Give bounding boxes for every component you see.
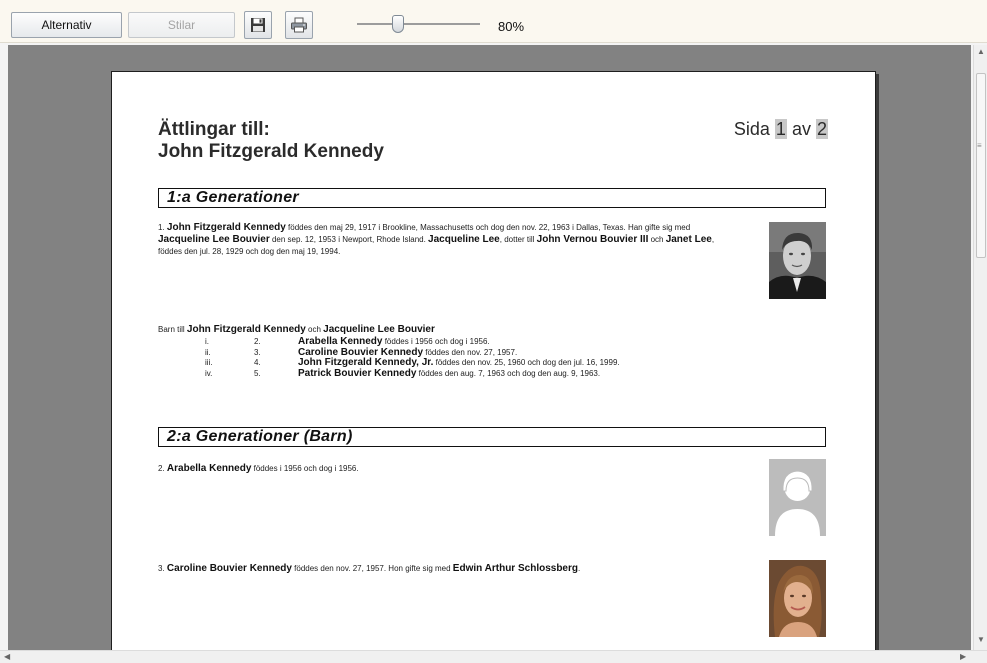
children-intro: Barn till John Fitzgerald Kennedy och Ja… [158, 324, 778, 337]
child-roman: iv. [205, 368, 213, 378]
child-name: Patrick Bouvier Kennedy [298, 367, 417, 379]
floppy-disk-icon [251, 18, 265, 32]
child-name: John Fitzgerald Kennedy, Jr. [298, 357, 434, 368]
entry-1-text: föddes den maj 29, 1917 i Brookline, Mas… [285, 223, 691, 232]
save-button[interactable] [244, 11, 272, 39]
vertical-scrollbar[interactable]: ▲ ≡ ▼ [973, 45, 987, 650]
child-number: 3. [254, 347, 261, 357]
printer-icon [291, 17, 307, 33]
entry-2-name: Arabella Kennedy [166, 463, 252, 474]
children-list: Barn till John Fitzgerald Kennedy och Ja… [158, 324, 778, 380]
children-parent-2: Jacqueline Lee Bouvier [323, 324, 435, 335]
report-title-line1: Ättlingar till: [158, 119, 270, 140]
entry-1-spouse-father: John Vernou Bouvier III [536, 234, 649, 245]
child-name: Arabella Kennedy [298, 336, 383, 347]
vertical-scroll-thumb[interactable] [976, 73, 986, 258]
entry-2: 2. Arabella Kennedy föddes i 1956 och do… [158, 463, 738, 475]
children-parent-1: John Fitzgerald Kennedy [186, 324, 306, 335]
page-number: Sida 1 av 2 [734, 119, 828, 140]
entry-1-number: 1. [158, 223, 165, 232]
child-text: föddes i 1956 och dog i 1956. [382, 337, 490, 346]
photo-john-f-kennedy [769, 222, 826, 299]
zoom-level-label: 80% [498, 19, 525, 34]
page-number-total: 2 [815, 119, 828, 139]
children-intro-prefix: Barn till [158, 325, 187, 334]
entry-3: 3. Caroline Bouvier Kennedy föddes den n… [158, 563, 738, 575]
child-roman: ii. [205, 347, 211, 357]
entry-3-number: 3. [158, 564, 165, 573]
report-title-line2: John Fitzgerald Kennedy [158, 141, 384, 162]
page-number-middle: av [791, 119, 811, 139]
report-page: Ättlingar till: John Fitzgerald Kennedy … [111, 71, 876, 650]
scroll-grip-icon: ≡ [977, 141, 982, 150]
entry-1-name: John Fitzgerald Kennedy [166, 222, 286, 233]
entry-3-name: Caroline Bouvier Kennedy [166, 563, 292, 574]
child-row: iv. 5. Patrick Bouvier Kennedy föddes de… [158, 367, 778, 380]
child-row: iii. 4. John Fitzgerald Kennedy, Jr. föd… [158, 357, 778, 369]
document-viewer: Ättlingar till: John Fitzgerald Kennedy … [8, 45, 971, 650]
child-roman: iii. [205, 358, 213, 367]
toolbar: Alternativ Stilar 80% [0, 0, 987, 43]
entry-1-spouse: Jacqueline Lee Bouvier [158, 234, 270, 245]
page-number-prefix: Sida [733, 119, 770, 139]
scroll-up-arrow-icon[interactable]: ▲ [977, 47, 985, 56]
scroll-left-arrow-icon[interactable]: ◀ [4, 652, 10, 661]
generation-1-heading: 1:a Generationer [158, 188, 826, 208]
entry-3-spouse: Edwin Arthur Schlossberg [452, 563, 578, 574]
entry-1-daughter-text: , dotter till [499, 235, 537, 244]
horizontal-scrollbar[interactable]: ◀ ▶ [0, 650, 987, 663]
child-text: föddes den nov. 27, 1957. [423, 347, 518, 357]
child-text: föddes den aug. 7, 1963 och dog den aug.… [416, 368, 601, 378]
entry-3-end: . [578, 564, 581, 573]
page-number-current: 1 [774, 119, 787, 139]
placeholder-avatar-icon [769, 459, 826, 536]
child-row: i. 2. Arabella Kennedy föddes i 1956 och… [158, 336, 778, 348]
scroll-right-arrow-icon[interactable]: ▶ [960, 652, 966, 661]
child-number: 4. [254, 358, 261, 367]
zoom-slider-track[interactable] [357, 23, 480, 25]
print-button[interactable] [285, 11, 313, 39]
entry-2-text: föddes i 1956 och dog i 1956. [251, 464, 359, 473]
child-text: föddes den nov. 25, 1960 och dog den jul… [433, 358, 620, 367]
scroll-down-arrow-icon[interactable]: ▼ [977, 635, 985, 644]
photo-caroline-kennedy [769, 560, 826, 637]
children-intro-mid: och [305, 325, 324, 334]
zoom-slider-thumb[interactable] [392, 15, 404, 33]
generation-2-heading: 2:a Generationer (Barn) [158, 427, 826, 447]
entry-1-and-text: och [648, 235, 666, 244]
entry-3-text: föddes den nov. 27, 1957. Hon gifte sig … [291, 564, 453, 573]
stilar-button[interactable]: Stilar [128, 12, 235, 38]
child-row: ii. 3. Caroline Bouvier Kennedy föddes d… [158, 346, 778, 359]
entry-2-number: 2. [158, 464, 165, 473]
child-number: 5. [254, 368, 261, 378]
child-name: Caroline Bouvier Kennedy [298, 346, 424, 358]
entry-1: 1. John Fitzgerald Kennedy föddes den ma… [158, 222, 738, 258]
child-number: 2. [254, 337, 261, 346]
child-roman: i. [205, 337, 209, 346]
alternativ-button[interactable]: Alternativ [11, 12, 122, 38]
entry-1-spouse-mother: Janet Lee [665, 234, 712, 245]
child-entry: Patrick Bouvier Kennedy föddes den aug. … [298, 367, 601, 380]
entry-1-spouse-short: Jacqueline Lee [428, 234, 500, 245]
entry-1-marriage-text: den sep. 12, 1953 i Newport, Rhode Islan… [269, 235, 429, 244]
report-title: Ättlingar till: John Fitzgerald Kennedy [158, 119, 384, 163]
